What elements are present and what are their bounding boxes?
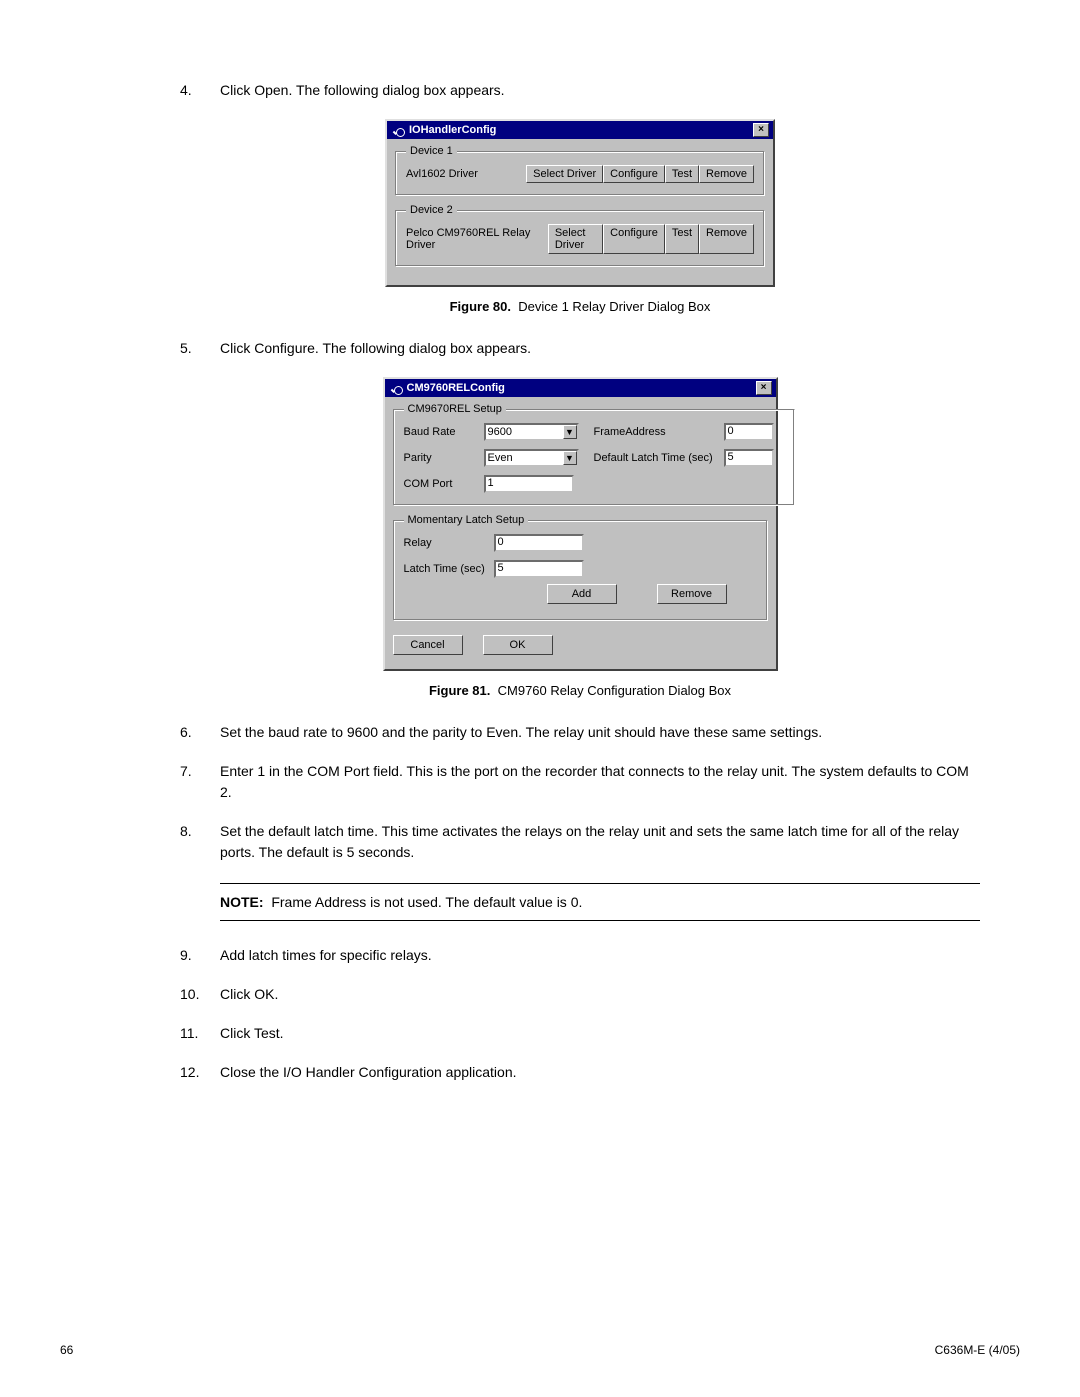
test-button[interactable]: Test	[665, 165, 699, 183]
relay-label: Relay	[404, 537, 494, 549]
figure-caption: Figure 81. CM9760 Relay Configuration Di…	[180, 683, 980, 698]
setup-fieldset: CM9670REL Setup Baud Rate 9600 ▼ FrameAd…	[393, 403, 795, 506]
device2-driver-text: Pelco CM9760REL Relay Driver	[406, 227, 548, 251]
magnifier-icon	[391, 123, 405, 137]
remove-button[interactable]: Remove	[657, 584, 727, 604]
baud-rate-label: Baud Rate	[404, 426, 484, 438]
step-number: 6.	[180, 722, 220, 743]
add-button[interactable]: Add	[547, 584, 617, 604]
test-button[interactable]: Test	[665, 224, 699, 254]
device2-fieldset: Device 2 Pelco CM9760REL Relay Driver Se…	[395, 204, 765, 267]
step-number: 11.	[180, 1023, 220, 1044]
note-box: NOTE: Frame Address is not used. The def…	[220, 883, 980, 921]
step-number: 4.	[180, 80, 220, 101]
figure-caption: Figure 80. Device 1 Relay Driver Dialog …	[180, 299, 980, 314]
device1-legend: Device 1	[406, 145, 457, 157]
configure-button[interactable]: Configure	[603, 224, 665, 254]
frame-address-input[interactable]: 0	[724, 423, 774, 441]
titlebar[interactable]: CM9760RELConfig ×	[385, 379, 776, 397]
step-text: Set the default latch time. This time ac…	[220, 821, 980, 863]
device2-legend: Device 2	[406, 204, 457, 216]
frame-address-label: FrameAddress	[594, 426, 724, 438]
step-text: Add latch times for specific relays.	[220, 945, 980, 966]
iohandler-config-dialog: IOHandlerConfig × Device 1 Avl1602 Drive…	[385, 119, 775, 287]
baud-rate-select[interactable]: 9600 ▼	[484, 423, 579, 441]
select-driver-button[interactable]: Select Driver	[526, 165, 603, 183]
setup-legend: CM9670REL Setup	[404, 403, 506, 415]
step-text: Set the baud rate to 9600 and the parity…	[220, 722, 980, 743]
cancel-button[interactable]: Cancel	[393, 635, 463, 655]
parity-label: Parity	[404, 452, 484, 464]
step-number: 12.	[180, 1062, 220, 1083]
step-number: 8.	[180, 821, 220, 863]
relay-input[interactable]: 0	[494, 534, 584, 552]
cm9760rel-config-dialog: CM9760RELConfig × CM9670REL Setup Baud R…	[383, 377, 778, 671]
momentary-fieldset: Momentary Latch Setup Relay 0 Latch Time…	[393, 514, 768, 621]
magnifier-icon	[389, 381, 403, 395]
step-number: 9.	[180, 945, 220, 966]
configure-button[interactable]: Configure	[603, 165, 665, 183]
default-latch-input[interactable]: 5	[724, 449, 774, 467]
dialog-title: CM9760RELConfig	[407, 382, 505, 394]
parity-select[interactable]: Even ▼	[484, 449, 579, 467]
step-text: Click OK.	[220, 984, 980, 1005]
step-text: Enter 1 in the COM Port field. This is t…	[220, 761, 980, 803]
step-number: 10.	[180, 984, 220, 1005]
page-number: 66	[60, 1343, 73, 1357]
titlebar[interactable]: IOHandlerConfig ×	[387, 121, 773, 139]
select-driver-button[interactable]: Select Driver	[548, 224, 603, 254]
step-text: Close the I/O Handler Configuration appl…	[220, 1062, 980, 1083]
chevron-down-icon[interactable]: ▼	[563, 451, 577, 465]
dialog-title: IOHandlerConfig	[409, 124, 496, 136]
default-latch-label: Default Latch Time (sec)	[594, 452, 724, 464]
latch-time-label: Latch Time (sec)	[404, 563, 494, 575]
device1-driver-text: Avl1602 Driver	[406, 168, 478, 180]
remove-button[interactable]: Remove	[699, 224, 754, 254]
latch-time-input[interactable]: 5	[494, 560, 584, 578]
doc-id: C636M-E (4/05)	[935, 1343, 1020, 1357]
step-text: Click Configure. The following dialog bo…	[220, 338, 980, 359]
step-number: 5.	[180, 338, 220, 359]
step-text: Click Test.	[220, 1023, 980, 1044]
remove-button[interactable]: Remove	[699, 165, 754, 183]
step-text: Click Open. The following dialog box app…	[220, 80, 980, 101]
close-icon[interactable]: ×	[756, 381, 772, 395]
step-number: 7.	[180, 761, 220, 803]
com-port-input[interactable]: 1	[484, 475, 574, 493]
close-icon[interactable]: ×	[753, 123, 769, 137]
momentary-legend: Momentary Latch Setup	[404, 514, 529, 526]
com-port-label: COM Port	[404, 478, 484, 490]
ok-button[interactable]: OK	[483, 635, 553, 655]
device1-fieldset: Device 1 Avl1602 Driver Select Driver Co…	[395, 145, 765, 196]
chevron-down-icon[interactable]: ▼	[563, 425, 577, 439]
